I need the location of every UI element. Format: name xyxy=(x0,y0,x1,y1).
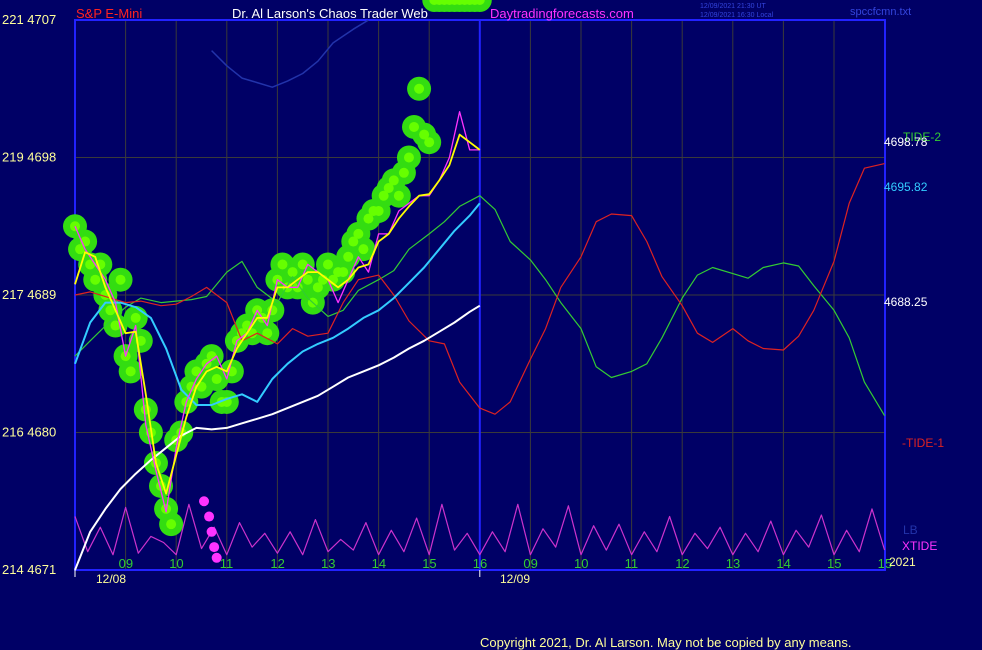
stamp-local: 12/09/2021 16:30 Local xyxy=(700,12,774,19)
bubble-core-0 xyxy=(70,221,80,232)
marker-3 xyxy=(209,542,220,553)
chaos-trader-chart: 221 4707 219 4698 217 4689 216 4680 214 4671… xyxy=(0,0,982,650)
bubble-core-66 xyxy=(403,152,414,163)
bubble-core-4 xyxy=(90,274,101,285)
bubble-core-67 xyxy=(409,121,420,132)
y-label-2: 217 4689 xyxy=(2,287,56,302)
x-label-day1-1: 10 xyxy=(169,556,183,571)
bubble-core-65 xyxy=(398,167,409,178)
marker-2 xyxy=(206,526,217,537)
bubble-core-68 xyxy=(414,83,425,94)
x-label-day2-0: 09 xyxy=(523,556,537,571)
bubble-core-57 xyxy=(358,244,369,255)
bubble-core-53 xyxy=(338,267,349,278)
level-label-3: 4688.25 xyxy=(884,295,928,309)
bubble-core-70 xyxy=(424,137,435,148)
x-label-day2-2: 11 xyxy=(625,556,639,571)
x-label-day1-3: 12 xyxy=(270,556,284,571)
date-label-day1: 12/08 xyxy=(96,572,126,586)
x-label-day1-7: 16 xyxy=(473,556,487,571)
y-label-0: 221 4707 xyxy=(2,12,56,27)
level-label-1: 4698.78 xyxy=(884,135,928,149)
xtide-label: XTIDE xyxy=(902,539,937,553)
bubble-core-12 xyxy=(130,312,141,323)
bubble-core-41 xyxy=(277,259,288,270)
bubble-core-19 xyxy=(166,519,177,530)
bubble-core-9 xyxy=(115,274,126,285)
bubble-core-60 xyxy=(373,205,384,216)
year-label: 2021 xyxy=(889,555,916,569)
x-label-day2-1: 10 xyxy=(574,556,588,571)
x-label-day1-2: 11 xyxy=(220,556,234,571)
x-label-day1-5: 14 xyxy=(372,556,386,571)
bubble-core-50 xyxy=(323,259,333,270)
copyright-notice: Copyright 2021, Dr. Al Larson. May not b… xyxy=(480,635,851,650)
x-label-day1-0: 09 xyxy=(119,556,133,571)
bubble-core-54 xyxy=(343,251,354,262)
x-label-day2-6: 15 xyxy=(827,556,841,571)
bubble-core-11 xyxy=(125,366,136,377)
lb-label: LB xyxy=(903,523,918,537)
x-label-day2-4: 13 xyxy=(726,556,740,571)
bubble-core-63 xyxy=(388,175,399,186)
bubble-core-56 xyxy=(353,228,364,239)
tide1-label: -TIDE-1 xyxy=(902,436,944,450)
symbol-label: S&P E-Mini xyxy=(76,6,142,21)
y-label-3: 216 4680 xyxy=(2,425,56,440)
date-label-day2: 12/09 xyxy=(500,572,530,586)
marker-1 xyxy=(204,511,215,522)
bubble-core-46 xyxy=(302,274,313,285)
x-label-day1-4: 13 xyxy=(321,556,335,571)
bubble-core-28 xyxy=(211,374,222,385)
y-label-4: 214 4671 xyxy=(2,562,56,577)
x-label-day2-5: 14 xyxy=(776,556,790,571)
bubble-core-64 xyxy=(393,190,404,201)
stamp-utc: 12/09/2021 21:30 UT xyxy=(700,3,766,10)
data-file-label: spccfcmn.txt xyxy=(850,6,911,18)
site-link[interactable]: Daytradingforecasts.com xyxy=(490,6,634,21)
y-label-1: 219 4698 xyxy=(2,150,56,165)
marker-0 xyxy=(199,496,210,507)
chart-title: Dr. Al Larson's Chaos Trader Web xyxy=(232,6,428,21)
x-label-day1-6: 15 xyxy=(422,556,436,571)
x-label-day2-3: 12 xyxy=(675,556,689,571)
level-label-2: 4695.82 xyxy=(884,180,928,194)
bubble-core-43 xyxy=(287,267,298,278)
